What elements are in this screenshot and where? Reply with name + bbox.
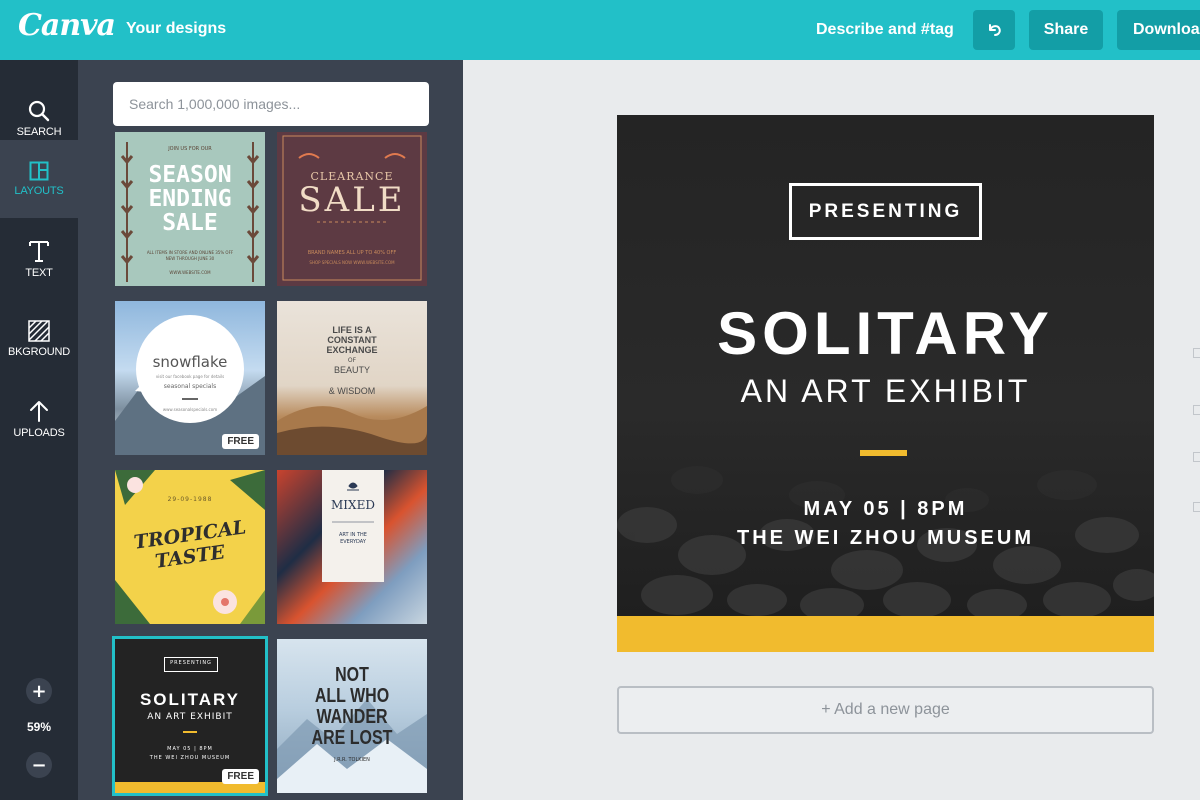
footer-accent-bar [617, 616, 1154, 652]
rail-item-label: BKGROUND [8, 346, 70, 358]
mixed-ornament-icon [332, 482, 374, 523]
describe-and-tag-link[interactable]: Describe and #tag [816, 21, 954, 39]
solitary-thumb-date: MAY 05 | 8PM [167, 746, 213, 752]
solitary-thumb-subtitle: AN ART EXHIBIT [147, 712, 233, 722]
design-title[interactable]: SOLITARY [617, 299, 1154, 369]
search-icon [28, 100, 50, 122]
free-badge: FREE [222, 769, 259, 784]
rail-item-label: UPLOADS [13, 427, 65, 439]
add-new-page-button[interactable]: + Add a new page [617, 686, 1154, 734]
solitary-thumb-accent [183, 731, 197, 733]
layout-thumb-solitary[interactable]: PRESENTING SOLITARY AN ART EXHIBIT MAY 0… [115, 639, 265, 793]
life-line4: OF [347, 357, 357, 364]
background-icon [28, 320, 50, 342]
download-button[interactable]: Download [1117, 10, 1200, 50]
snowflake-sub1: visit our facebook page for details [155, 374, 225, 379]
layout-thumb-season-sale[interactable]: JOIN US FOR OUR SEASON ENDING SALE ALL I… [115, 132, 265, 286]
clearance-small: SHOP SPECIALS NOW WWW.WEBSITE.COM [309, 260, 395, 265]
zoom-level: 59% [26, 720, 52, 734]
undo-icon [989, 24, 1001, 36]
season-sale-top: JOIN US FOR OUR [168, 146, 212, 152]
season-sale-line2: ENDING [148, 186, 232, 212]
solitary-thumb-venue: THE WEI ZHOU MUSEUM [149, 755, 231, 761]
clearance-sub: BRAND NAMES ALL UP TO 40% OFF [307, 250, 397, 256]
life-line1: LIFE IS A [332, 325, 372, 335]
presenting-label: PRESENTING [808, 201, 963, 222]
layout-thumb-wander[interactable]: NOT ALL WHO WANDER ARE LOST J.R.R. TOLKI… [277, 639, 427, 793]
free-badge: FREE [222, 434, 259, 449]
rail-item-text[interactable]: TEXT [0, 220, 78, 298]
layout-thumb-snowflake[interactable]: snowflake visit our facebook page for de… [115, 301, 265, 455]
top-bar: Canva Your designs Describe and #tag Sha… [0, 0, 1200, 60]
undo-button[interactable] [973, 10, 1015, 50]
tropical-date: 29-09-1988 [167, 496, 213, 503]
tool-rail: SEARCH LAYOUTS TEXT BKGROUND UPLOADS + 5… [0, 60, 78, 800]
text-icon [29, 241, 49, 262]
event-date[interactable]: MAY 05 | 8PM [617, 498, 1154, 521]
image-search-input[interactable] [113, 82, 429, 126]
mixed-sub1: ART IN THE [339, 532, 367, 538]
life-line5: BEAUTY [333, 365, 370, 375]
layout-thumb-life-quote[interactable]: LIFE IS A CONSTANT EXCHANGE OF BEAUTY & … [277, 301, 427, 455]
season-sale-url: WWW.WEBSITE.COM [169, 270, 211, 275]
layouts-panel: JOIN US FOR OUR SEASON ENDING SALE ALL I… [78, 60, 463, 800]
canva-logo[interactable]: Canva [18, 8, 116, 43]
rail-item-background[interactable]: BKGROUND [0, 300, 78, 378]
season-sale-sub: ALL ITEMS IN STORE AND ONLINE 35% OFF [146, 250, 234, 255]
snowflake-url: www.seasonalspecials.com [162, 407, 218, 412]
share-button[interactable]: Share [1029, 10, 1103, 50]
wander-line1: NOT [335, 664, 369, 686]
upload-icon [30, 401, 48, 422]
clearance-main: SALE [298, 180, 406, 220]
solitary-thumb-title: SOLITARY [139, 690, 241, 709]
page-tool-marker[interactable] [1193, 405, 1200, 415]
mixed-title: MIXED [331, 498, 375, 512]
page-tool-marker[interactable] [1193, 502, 1200, 512]
snowflake-divider [182, 398, 198, 400]
mixed-sub2: EVERYDAY [340, 539, 366, 545]
rail-item-label: SEARCH [16, 126, 62, 138]
layout-thumb-tropical[interactable]: 29-09-1988 TROPICAL TASTE [115, 470, 265, 624]
life-line2: CONSTANT [327, 335, 377, 345]
wander-author: J.R.R. TOLKIEN [334, 757, 370, 763]
wander-line3: WANDER [316, 706, 388, 728]
season-sale-line3: SALE [162, 210, 218, 236]
solitary-thumb-presenting: PRESENTING [170, 660, 212, 666]
season-sale-date: NEW THROUGH JUNE 30 [165, 256, 215, 261]
rail-item-uploads[interactable]: UPLOADS [0, 380, 78, 458]
life-line3: EXCHANGE [326, 345, 378, 355]
page-tool-marker[interactable] [1193, 452, 1200, 462]
event-venue[interactable]: THE WEI ZHOU MUSEUM [617, 527, 1154, 550]
design-canvas[interactable]: PRESENTING SOLITARY AN ART EXHIBIT MAY 0… [617, 115, 1154, 652]
design-subtitle[interactable]: AN ART EXHIBIT [617, 371, 1154, 411]
snowflake-sub2: seasonal specials [163, 383, 217, 390]
season-sale-line1: SEASON [148, 162, 232, 188]
rail-item-layouts[interactable]: LAYOUTS [0, 140, 78, 218]
rail-item-label: LAYOUTS [14, 185, 64, 197]
page-tool-marker[interactable] [1193, 348, 1200, 358]
layouts-icon [29, 161, 49, 181]
your-designs-link[interactable]: Your designs [126, 20, 226, 38]
wander-line4: ARE LOST [311, 727, 393, 749]
layout-thumb-clearance-sale[interactable]: CLEARANCE SALE BRAND NAMES ALL UP TO 40%… [277, 132, 427, 286]
life-line6: & WISDOM [328, 386, 376, 396]
accent-line [860, 450, 907, 456]
wander-line2: ALL WHO [314, 685, 390, 707]
layout-thumb-mixed[interactable]: MIXED ART IN THE EVERYDAY [277, 470, 427, 624]
zoom-in-button[interactable]: + [26, 678, 52, 704]
rail-item-label: TEXT [25, 267, 53, 279]
snowflake-title: snowflake [152, 353, 228, 371]
zoom-out-button[interactable]: − [26, 752, 52, 778]
